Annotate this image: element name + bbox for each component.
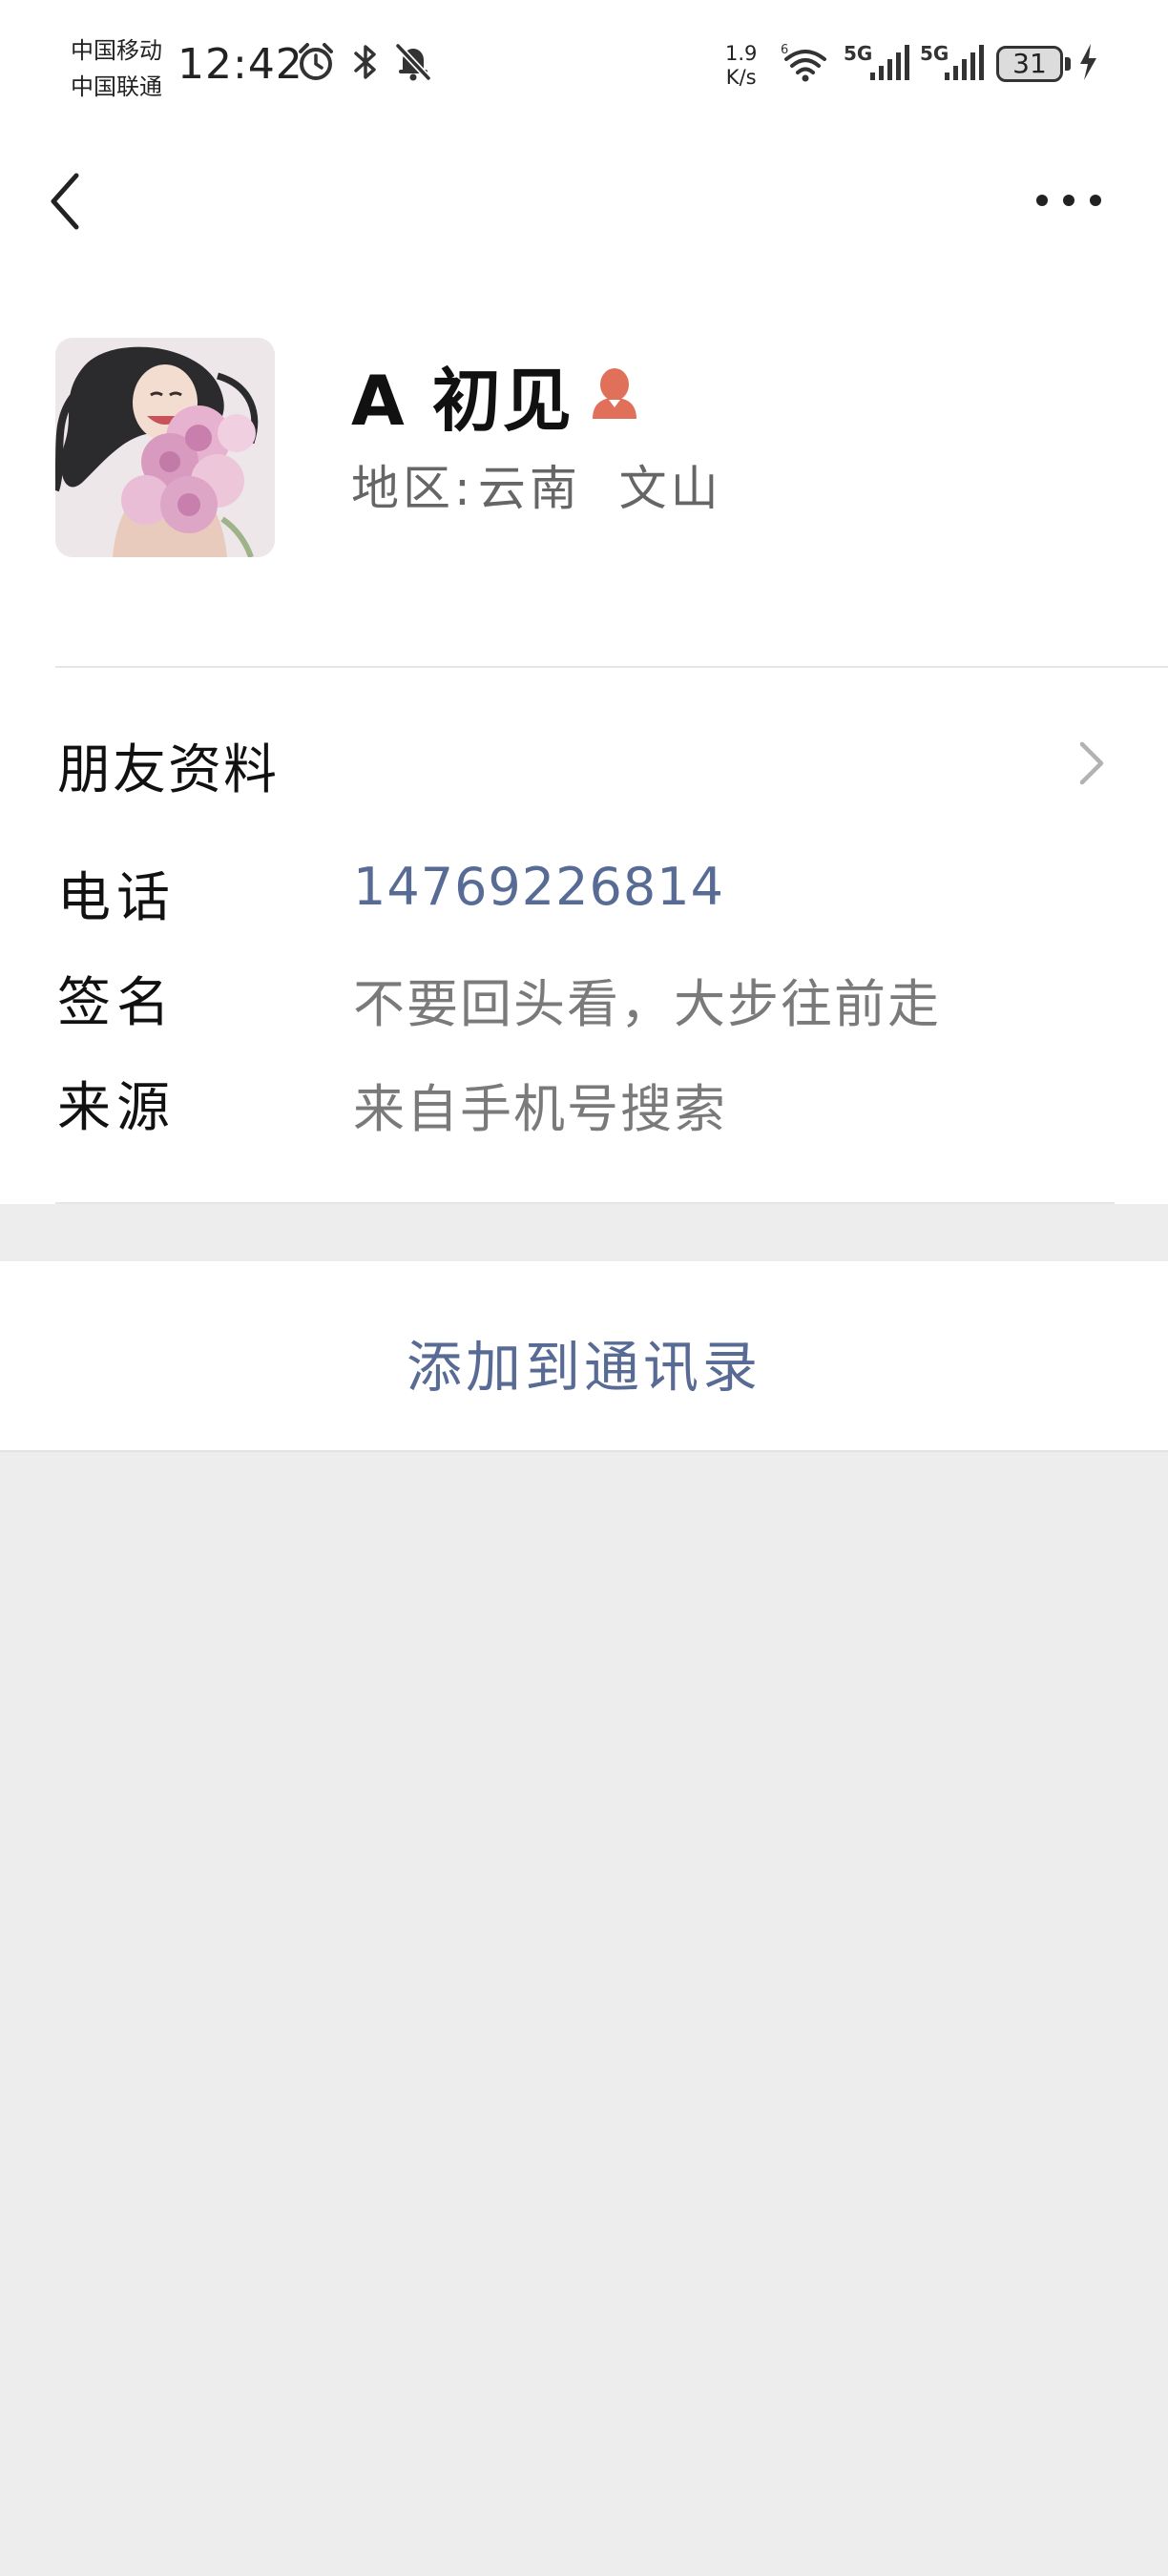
net-speed-unit: K/s — [725, 66, 757, 89]
add-to-contacts-label: 添加到通讯录 — [406, 1335, 761, 1400]
profile-header: A 初见 地区:云南 文山 — [0, 267, 1168, 668]
region-label: 地区: — [351, 461, 474, 516]
signature-value: 不要回头看，大步往前走 — [353, 974, 941, 1034]
phone-label: 电话 — [57, 867, 176, 929]
region-value: 云南 文山 — [477, 461, 722, 516]
charging-icon — [1080, 44, 1096, 80]
carrier-2: 中国联通 — [71, 73, 162, 100]
signal-icon — [945, 45, 984, 80]
avatar[interactable] — [55, 338, 275, 557]
signature-label: 签名 — [57, 972, 176, 1034]
bluetooth-icon — [354, 45, 376, 79]
add-to-contacts-button[interactable]: 添加到通讯录 — [0, 1261, 1168, 1452]
source-row: 来源 来自手机号搜索 — [0, 1048, 1168, 1143]
signal-icon — [870, 45, 909, 80]
region-row: 地区:云南 文山 — [351, 450, 722, 519]
bell-off-icon — [395, 43, 431, 81]
friend-profile-label: 朋友资料 — [57, 739, 279, 801]
net-speed: 1.9 K/s — [725, 42, 757, 90]
status-time: 12:42 — [177, 40, 303, 89]
wifi-icon: 6 — [781, 43, 826, 82]
chevron-right-icon — [1079, 741, 1104, 785]
alarm-icon — [299, 43, 333, 80]
net-speed-value: 1.9 — [725, 42, 758, 65]
friend-profile-row[interactable]: 朋友资料 — [0, 668, 1168, 861]
battery-tip — [1065, 57, 1071, 71]
avatar-image — [55, 338, 275, 557]
divider — [55, 1202, 1115, 1204]
carrier-names: 中国移动 中国联通 — [71, 32, 162, 105]
nav-bar — [0, 134, 1168, 267]
svg-text:6: 6 — [781, 43, 788, 57]
name-row: A 初见 — [351, 351, 640, 441]
carrier-1: 中国移动 — [71, 37, 162, 64]
battery-icon: 31 — [996, 46, 1063, 82]
signature-row: 签名 不要回头看，大步往前走 — [0, 943, 1168, 1038]
info-section: 朋友资料 电话 14769226814 签名 不要回头看，大步往前走 来源 来自… — [0, 668, 1168, 1204]
profile-name: A 初见 — [351, 360, 574, 441]
status-bar: 中国移动 中国联通 12:42 1.9 K/s 6 5G 5G 31 — [0, 0, 1168, 134]
chevron-left-icon[interactable] — [38, 168, 95, 235]
source-label: 来源 — [57, 1077, 176, 1139]
phone-row: 电话 14769226814 — [0, 838, 1168, 933]
more-icon[interactable] — [1031, 181, 1107, 219]
source-value: 来自手机号搜索 — [353, 1079, 727, 1139]
female-icon — [592, 368, 636, 419]
phone-number-link[interactable]: 14769226814 — [353, 857, 724, 917]
